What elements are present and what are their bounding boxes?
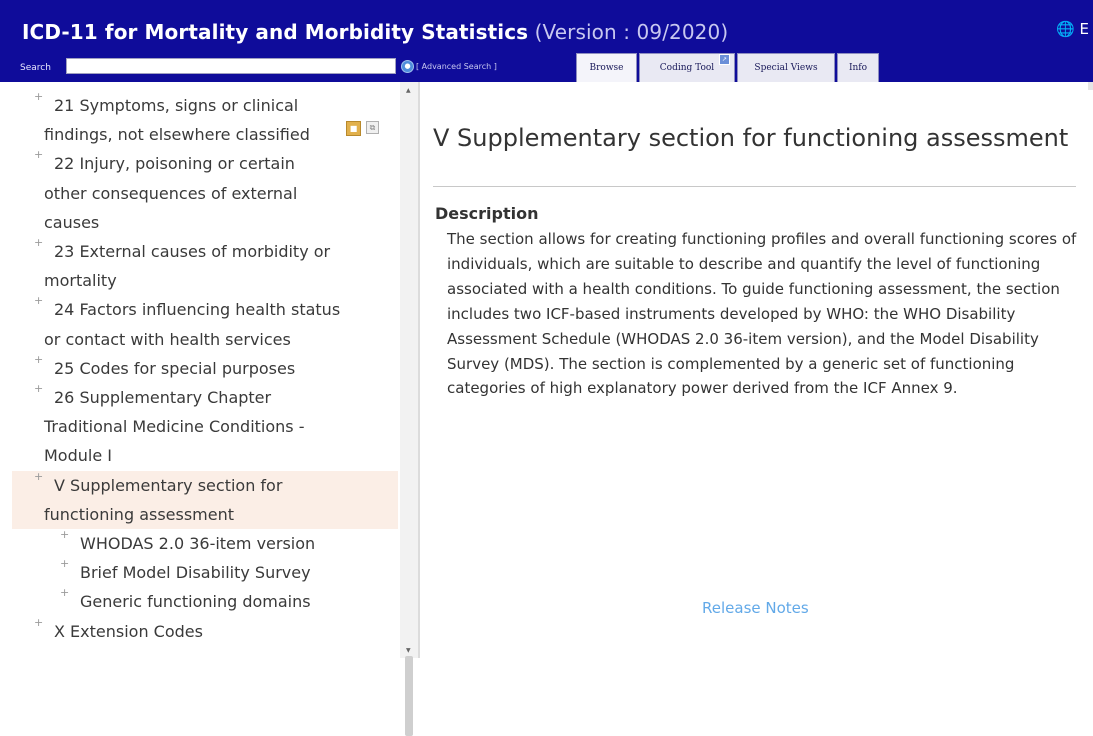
tab-browse[interactable]: Browse	[576, 53, 637, 82]
tree-item-label: 22 Injury, poisoning or certain	[54, 154, 295, 174]
expand-bullet-icon[interactable]: +	[34, 608, 43, 637]
expand-bullet-icon[interactable]: +	[34, 345, 43, 374]
tab-special-views[interactable]: Special Views	[737, 53, 835, 82]
tree-item-label: 23 External causes of morbidity or	[54, 242, 331, 261]
tree-item[interactable]: +24 Factors influencing health status or …	[0, 294, 341, 353]
tree-item[interactable]: +25 Codes for special purposes	[0, 353, 340, 383]
tree-item-label: other consequences of external	[44, 183, 298, 203]
page-title: V Supplementary section for functioning …	[433, 124, 1069, 152]
tree-item[interactable]: + X Extension Codes	[0, 616, 340, 646]
tree-item-label: 25 Codes for special purposes	[54, 358, 296, 378]
release-notes-link[interactable]: Release Notes	[702, 599, 809, 617]
content-pane: V Supplementary section for functioning …	[420, 82, 1093, 658]
tree-child-item[interactable]: + Generic functioning domains	[0, 586, 340, 616]
scrollbar-thumb[interactable]	[405, 656, 413, 736]
tree-child-item[interactable]: + Brief Model Disability Survey	[0, 557, 340, 587]
expand-bullet-icon[interactable]: +	[34, 140, 43, 169]
header-bar: ICD-11 for Mortality and Morbidity Stati…	[0, 0, 1093, 82]
tree-item[interactable]: +26 Supplementary Chapter Traditional Med…	[0, 382, 340, 471]
tree-item-label: Brief Model Disability Survey	[80, 563, 311, 583]
tree-item-label: causes	[44, 212, 100, 232]
tree-item-label: functioning assessment	[44, 504, 235, 524]
sidebar-scrollbar[interactable]: ▲ ▼	[400, 82, 418, 736]
advanced-search-link[interactable]: [ Advanced Search ]	[416, 62, 497, 71]
scroll-up-icon[interactable]: ▲	[406, 87, 411, 94]
tree-item-label: Traditional Medicine Conditions -	[44, 417, 305, 437]
expand-bullet-icon[interactable]: +	[34, 286, 43, 315]
tree-item-label: X Extension Codes	[54, 621, 203, 641]
expand-bullet-icon[interactable]: +	[60, 549, 69, 578]
expand-bullet-icon[interactable]: +	[34, 82, 43, 111]
expand-bullet-icon[interactable]: +	[34, 228, 43, 257]
search-label: Search	[20, 63, 51, 73]
globe-icon: 🌐	[1056, 20, 1075, 38]
search-icon[interactable]: ●	[401, 60, 414, 73]
language-label: E	[1079, 20, 1089, 38]
app-version: (Version : 09/2020)	[534, 20, 729, 44]
tree-item[interactable]: +23 External causes of morbidity or morta…	[0, 236, 340, 295]
tree-item-label: 24 Factors influencing health status	[54, 300, 341, 320]
tree-item-label: Generic functioning domains	[80, 592, 311, 612]
tab-info[interactable]: Info	[837, 53, 879, 82]
search-input[interactable]	[66, 58, 396, 74]
scroll-down-icon[interactable]: ▼	[406, 647, 411, 654]
tree-item-label: Module I	[44, 446, 112, 466]
title-divider	[433, 186, 1076, 187]
tree-item-label: WHODAS 2.0 36-item version	[80, 534, 316, 553]
app-title-main: ICD-11 for Mortality and Morbidity Stati…	[22, 20, 529, 44]
tree-item[interactable]: +22 Injury, poisoning or certain other co…	[0, 148, 340, 237]
language-switcher[interactable]: 🌐 E	[1056, 20, 1089, 38]
tree-item-label: 26 Supplementary Chapter	[54, 388, 272, 407]
expand-bullet-icon[interactable]: +	[60, 520, 69, 549]
description-heading: Description	[435, 204, 539, 223]
tree-item-label: V Supplementary section for	[54, 475, 283, 495]
expand-bullet-icon[interactable]: +	[34, 462, 43, 491]
classification-tree: +21 Symptoms, signs or clinical findings,…	[0, 82, 400, 658]
description-text: The section allows for creating function…	[447, 230, 1077, 398]
tree-item-label: mortality	[44, 271, 117, 291]
content-scrollbar[interactable]	[1088, 82, 1093, 90]
tree-item-label: or contact with health services	[44, 329, 291, 349]
tree-item[interactable]: +21 Symptoms, signs or clinical findings,…	[0, 90, 340, 149]
expand-bullet-icon[interactable]: +	[34, 374, 43, 403]
app-title: ICD-11 for Mortality and Morbidity Stati…	[22, 20, 728, 44]
tree-item-label: findings, not elsewhere classified	[44, 125, 310, 145]
expand-bullet-icon[interactable]: +	[60, 578, 69, 607]
tree-item[interactable]: + V Supplementary section for functioning …	[12, 470, 398, 529]
popout-icon[interactable]: ↗	[719, 54, 730, 65]
tree-item-label: 21 Symptoms, signs or clinical	[54, 96, 299, 115]
concept-icon[interactable]: ■	[346, 121, 361, 136]
tree-child-item[interactable]: + WHODAS 2.0 36-item version	[0, 528, 340, 558]
copy-icon[interactable]: ⧉	[366, 121, 379, 134]
